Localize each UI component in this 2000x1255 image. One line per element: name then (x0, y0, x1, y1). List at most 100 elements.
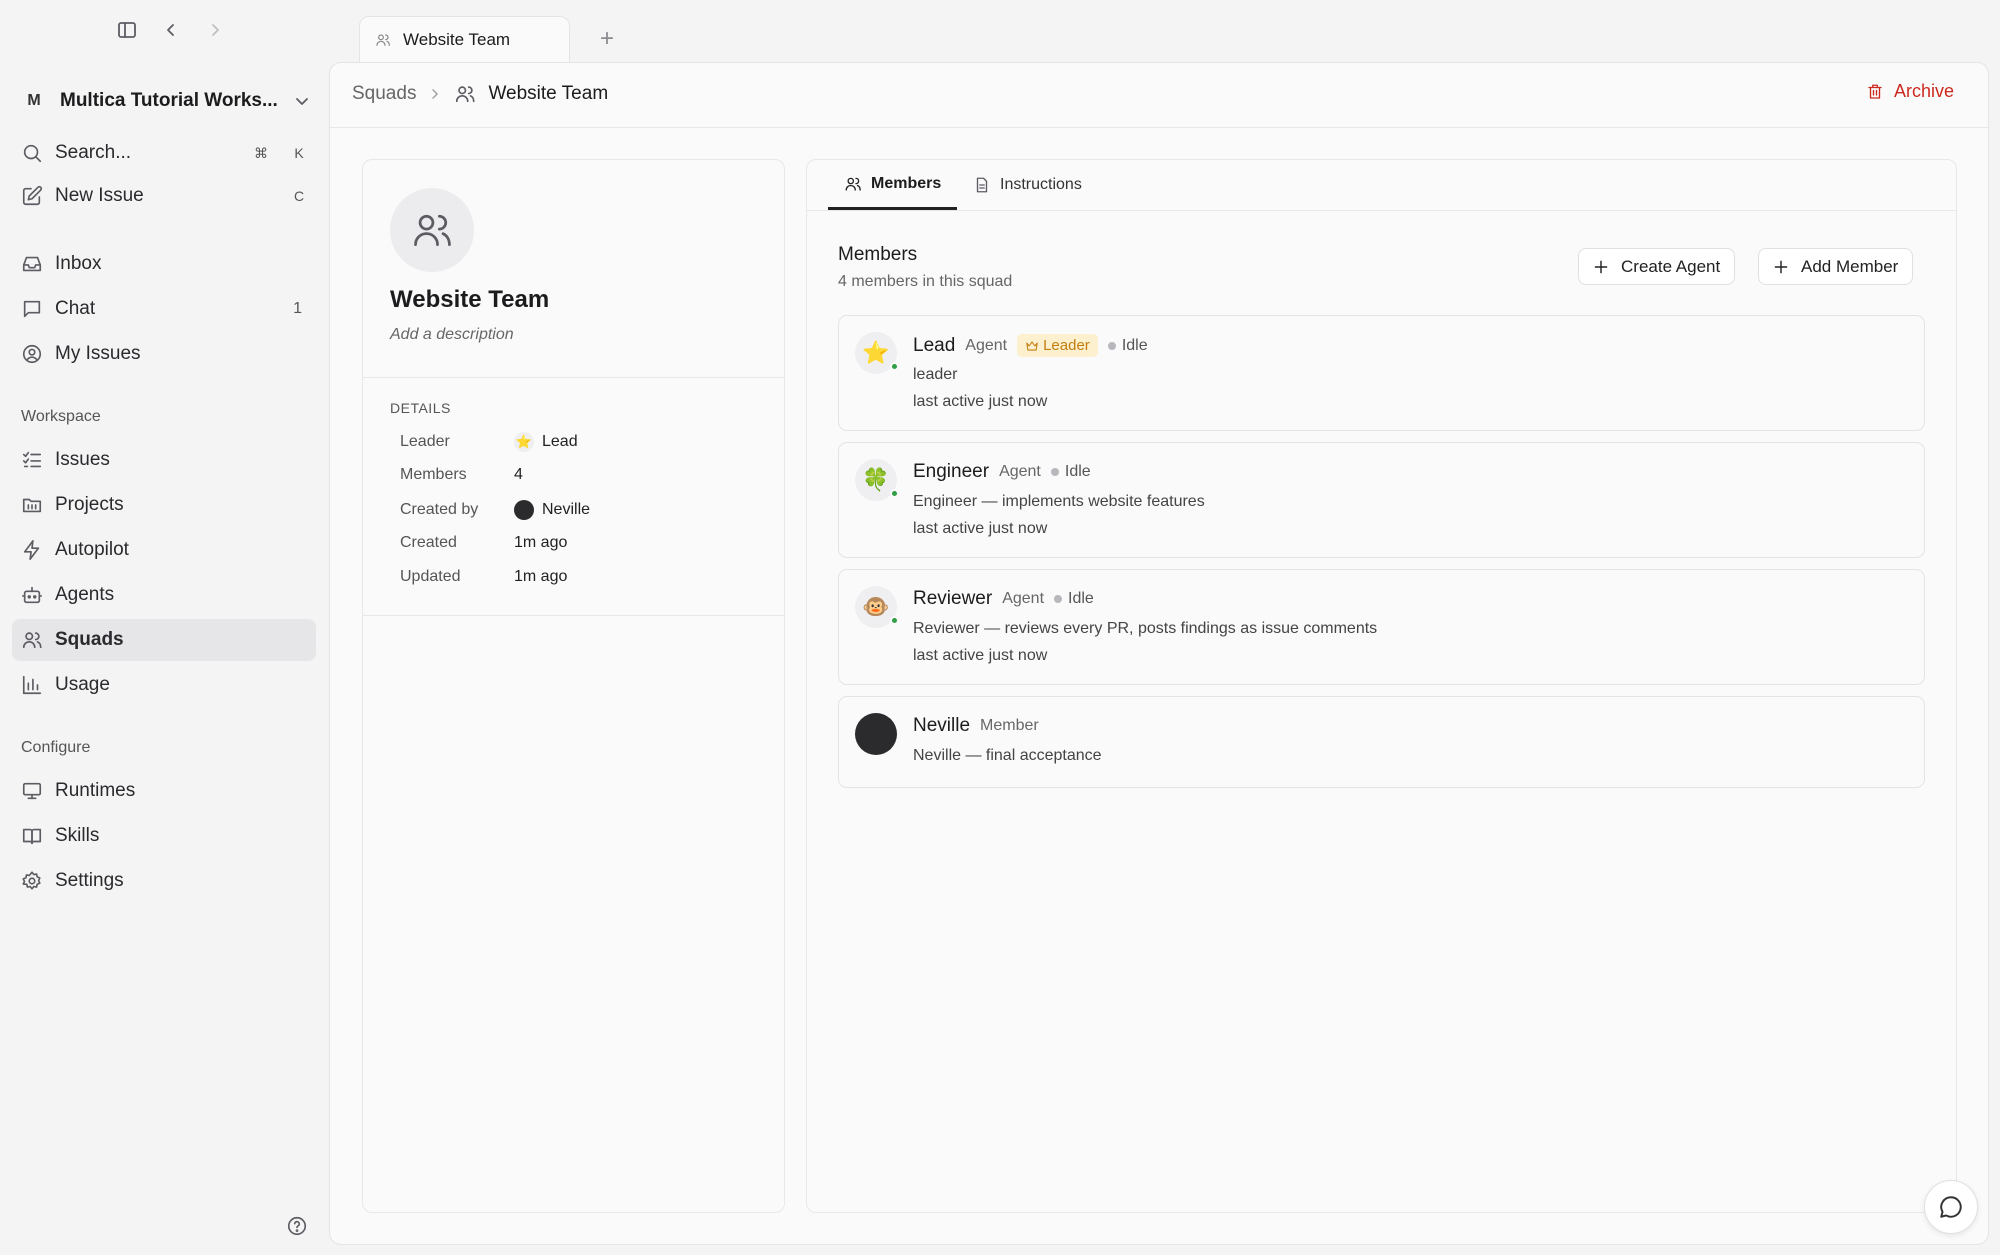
create-agent-button[interactable]: Create Agent (1578, 248, 1736, 285)
chevron-right-icon (432, 89, 439, 99)
users-icon (456, 86, 475, 103)
sidebar-item-label: Autopilot (55, 539, 129, 560)
sidebar-item-squads[interactable]: Squads (12, 619, 316, 661)
detail-key: Leader (400, 433, 450, 450)
online-indicator (890, 362, 899, 371)
star-icon: ⭐ (862, 340, 890, 365)
detail-leader: Leader ⭐ Lead (400, 432, 578, 452)
detail-key: Created (400, 534, 457, 551)
inbox-icon (22, 256, 42, 272)
tab-website-team[interactable]: Website Team (359, 16, 570, 63)
monitor-icon (22, 782, 42, 800)
search-label: Search... (55, 142, 132, 163)
sidebar-item-agents[interactable]: Agents (12, 574, 316, 616)
sidebar-item-label: Agents (55, 584, 115, 605)
breadcrumb-squads[interactable]: Squads (352, 83, 416, 105)
tab-instructions[interactable]: Instructions (957, 160, 1098, 210)
sidebar-item-skills[interactable]: Skills (12, 815, 316, 857)
breadcrumb-current: Website Team (488, 83, 609, 104)
sidebar-item-runtimes[interactable]: Runtimes (12, 770, 316, 812)
detail-value[interactable]: Lead (542, 433, 578, 451)
users-icon (22, 632, 42, 649)
workspace-section-title: Workspace (21, 408, 101, 425)
main-panel: Squads Website Team Archive Website Team… (329, 62, 1989, 1245)
detail-members: Members 4 (400, 466, 523, 484)
tab-members[interactable]: Members (828, 160, 958, 210)
sidebar-item-settings[interactable]: Settings (12, 860, 316, 902)
details-title: DETAILS (390, 400, 451, 416)
document-icon (976, 177, 988, 193)
sidebar-item-label: Inbox (55, 253, 102, 274)
crown-icon (1026, 340, 1038, 351)
book-icon (22, 828, 42, 845)
member-name: Neville (913, 715, 971, 736)
search-icon (23, 144, 42, 163)
archive-button[interactable]: Archive (1866, 81, 1954, 102)
breadcrumb: Squads Website Team (352, 83, 608, 105)
workspace-switcher[interactable]: M Multica Tutorial Works... (22, 84, 312, 118)
new-issue-button[interactable]: New Issue C (12, 175, 316, 217)
user-circle-icon (22, 344, 42, 364)
member-card-reviewer[interactable]: 🐵 Reviewer Agent Idle Reviewer — reviews… (838, 569, 1925, 685)
members-subtitle: 4 members in this squad (838, 273, 1013, 290)
status-badge: Idle (1107, 337, 1148, 355)
status-label: Idle (1064, 463, 1091, 480)
detail-created: Created 1m ago (400, 534, 567, 552)
sidebar-item-label: Runtimes (55, 780, 136, 801)
clover-icon: 🍀 (862, 467, 890, 492)
workspace-initial: M (27, 92, 41, 109)
member-type: Agent (999, 463, 1041, 480)
sidebar-item-my-issues[interactable]: My Issues (12, 333, 316, 375)
member-name: Reviewer (913, 588, 993, 609)
detail-value: 1m ago (514, 534, 568, 551)
monkey-icon: 🐵 (862, 594, 890, 619)
status-badge: Idle (1054, 590, 1094, 608)
detail-created-by: Created by Neville (400, 500, 590, 520)
sidebar-item-usage[interactable]: Usage (12, 664, 316, 706)
sidebar-item-label: Skills (55, 825, 100, 846)
tabs-divider (807, 210, 1956, 211)
users-icon (414, 214, 451, 247)
member-card-lead[interactable]: ⭐ Lead Agent Leader Idle leader last act… (838, 315, 1925, 431)
robot-icon (22, 586, 42, 604)
sidebar-item-autopilot[interactable]: Autopilot (12, 529, 316, 571)
tab-title: Website Team (403, 30, 511, 49)
online-indicator (890, 489, 899, 498)
shortcut-c: C (293, 188, 305, 204)
detail-value[interactable]: Neville (542, 501, 590, 519)
header-divider (330, 127, 1988, 128)
member-description: Engineer — implements website features (913, 493, 1205, 510)
avatar (514, 500, 534, 520)
detail-key: Members (400, 466, 467, 483)
configure-section-title: Configure (21, 739, 91, 756)
list-check-icon (22, 451, 42, 468)
search-button[interactable]: Search... ⌘ K (12, 132, 316, 174)
sidebar-item-chat[interactable]: Chat 1 (12, 288, 316, 330)
member-name: Engineer (913, 461, 990, 482)
plus-icon (1774, 260, 1788, 273)
sidebar-item-label: Issues (55, 449, 110, 470)
member-name: Lead (913, 334, 956, 356)
members-panel: Members Instructions Members 4 members i… (806, 159, 1957, 1213)
sidebar-item-label: Usage (55, 674, 110, 695)
chat-fab-button[interactable] (1924, 1180, 1978, 1234)
users-icon (376, 34, 390, 46)
description-field[interactable]: Add a description (390, 326, 514, 344)
sidebar-item-projects[interactable]: Projects (12, 484, 316, 526)
member-last-active: last active just now (913, 520, 1048, 537)
sidebar-item-issues[interactable]: Issues (12, 439, 316, 481)
folder-icon (22, 498, 42, 513)
help-icon[interactable] (286, 1215, 308, 1237)
sidebar-item-inbox[interactable]: Inbox (12, 243, 316, 285)
detail-updated: Updated 1m ago (400, 568, 567, 586)
shortcut-cmd: ⌘ (254, 144, 268, 161)
member-type: Member (980, 717, 1039, 734)
new-tab-button[interactable]: + (600, 27, 614, 51)
detail-value: 4 (514, 466, 523, 483)
member-card-engineer[interactable]: 🍀 Engineer Agent Idle Engineer — impleme… (838, 442, 1925, 558)
member-last-active: last active just now (913, 647, 1048, 664)
add-member-button[interactable]: Add Member (1758, 248, 1914, 285)
chat-count-badge: 1 (293, 300, 302, 317)
status-badge: Idle (1050, 463, 1091, 481)
member-card-neville[interactable]: Neville Member Neville — final acceptanc… (838, 696, 1925, 788)
